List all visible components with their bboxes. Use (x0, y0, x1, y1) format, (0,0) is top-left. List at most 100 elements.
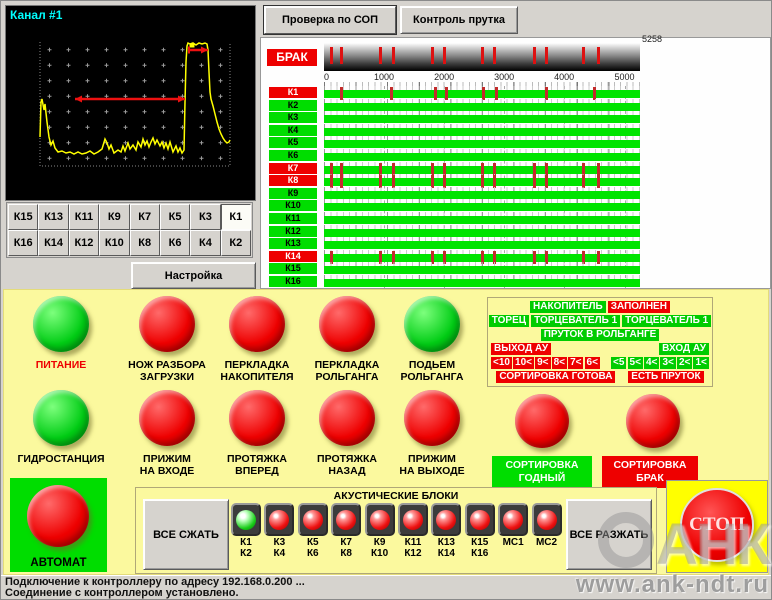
channel-bar (324, 203, 640, 211)
push-button[interactable] (33, 296, 89, 352)
push-button[interactable] (404, 390, 460, 446)
channel-row: К13 (261, 237, 770, 250)
control-rod-button[interactable]: Контроль прутка (400, 6, 518, 34)
channel-button-К8[interactable]: К8 (130, 230, 160, 256)
status-row: <1010<9<8<7<6<<55<4<3<2<1< (491, 357, 709, 369)
settings-button[interactable]: Настройка (131, 262, 256, 289)
acoustic-block-button[interactable] (465, 503, 495, 536)
acoustic-block-button[interactable] (331, 503, 361, 536)
control-label: ПИТАНИЕ (36, 359, 87, 371)
channel-button-К10[interactable]: К10 (99, 230, 129, 256)
channel-button-К2[interactable]: К2 (221, 230, 251, 256)
channel-button-К13[interactable]: К13 (38, 204, 68, 230)
channel-label-К6: К6 (269, 150, 317, 161)
acoustic-block-К3: К3 К4 (264, 503, 294, 559)
push-button[interactable] (404, 296, 460, 352)
push-button[interactable] (319, 390, 375, 446)
compress-all-button[interactable]: ВСЕ СЖАТЬ (143, 499, 229, 570)
acoustic-block-button[interactable] (298, 503, 328, 536)
acoustic-block-label: МС1 (503, 538, 524, 549)
acoustic-block-label: К1 К2 (240, 538, 252, 559)
acoustic-block-button[interactable] (264, 503, 294, 536)
channel-row: К1 (261, 86, 770, 99)
channel-button-К11[interactable]: К11 (69, 204, 99, 230)
led-indicator (403, 510, 423, 530)
acoustic-block-МС1: МС1 (498, 503, 528, 559)
status-chip: НАКОПИТЕЛЬ (530, 301, 606, 313)
check-sop-button[interactable]: Проверка по СОП (264, 6, 396, 34)
status-chip: ВЫХОД АУ (491, 343, 551, 355)
control-cell: ПРИЖИМ НА ВХОДЕ (115, 390, 219, 477)
channel-bar (324, 115, 640, 123)
scale-max-value: 5258 (642, 34, 662, 44)
channel-button-К1[interactable]: К1 (221, 204, 251, 230)
status-bar: Подключение к контроллеру по адресу 192.… (1, 575, 771, 599)
status-chip: ТОРЦЕВАТЕЛЬ 1 (531, 315, 620, 327)
channel-label-К9: К9 (269, 188, 317, 199)
defect-mark (443, 47, 446, 64)
channel-row: К6 (261, 149, 770, 162)
defect-mark (533, 47, 536, 64)
status-chip: 2< (677, 357, 692, 369)
channel-button-К16[interactable]: К16 (8, 230, 38, 256)
automat-label: АВТОМАТ (10, 557, 107, 569)
status-row: НАКОПИТЕЛЬЗАПОЛНЕН (491, 301, 709, 313)
acoustic-block-button[interactable] (398, 503, 428, 536)
scope-channel-title: Канал #1 (10, 8, 62, 22)
status-chip: 10< (513, 357, 534, 369)
channel-button-К6[interactable]: К6 (160, 230, 190, 256)
channel-button-К12[interactable]: К12 (69, 230, 99, 256)
acoustic-block-label: К7 К8 (340, 538, 352, 559)
acoustic-block-К13: К13 К14 (431, 503, 461, 559)
channel-bar (324, 266, 640, 274)
ruler-tick-label: 2000 (434, 72, 454, 82)
acoustic-block-list: К1 К2К3 К4К5 К6К7 К8К9 К10К11 К12К13 К14… (231, 503, 565, 559)
stop-button-label: СТОП (689, 514, 745, 536)
acoustic-block-button[interactable] (431, 503, 461, 536)
channel-button-К14[interactable]: К14 (38, 230, 68, 256)
channel-label-К1: К1 (269, 87, 317, 98)
control-cell: ГИДРОСТАНЦИЯ (9, 390, 113, 465)
main-window: Канал #1 (0, 0, 772, 600)
channel-label-К7: К7 (269, 163, 317, 174)
channel-button-К15[interactable]: К15 (8, 204, 38, 230)
push-button[interactable] (229, 296, 285, 352)
channel-bar (324, 103, 640, 111)
channel-button-К5[interactable]: К5 (160, 204, 190, 230)
status-row: ТОРЕЦТОРЦЕВАТЕЛЬ 1ТОРЦЕВАТЕЛЬ 1 (491, 315, 709, 327)
led-indicator (303, 510, 323, 530)
sort-bad-button[interactable] (626, 394, 680, 448)
push-button[interactable] (139, 390, 195, 446)
sort-good-label: СОРТИРОВКА ГОДНЫЙ (492, 456, 592, 488)
channel-bar (324, 153, 640, 161)
acoustic-block-button[interactable] (532, 503, 562, 536)
sort-good-button[interactable] (515, 394, 569, 448)
control-label: ПРОТЯЖКА НАЗАД (317, 453, 377, 477)
release-all-button[interactable]: ВСЕ РАЗЖАТЬ (566, 499, 652, 570)
led-indicator (236, 510, 256, 530)
automat-button[interactable] (27, 485, 89, 547)
push-button[interactable] (139, 296, 195, 352)
channel-label-К5: К5 (269, 137, 317, 148)
defect-mark (582, 47, 585, 64)
channel-button-К4[interactable]: К4 (190, 230, 220, 256)
channel-row: К10 (261, 199, 770, 212)
push-button[interactable] (33, 390, 89, 446)
control-label: ПОДЬЕМ РОЛЬГАНГА (400, 359, 463, 383)
channel-button-К7[interactable]: К7 (130, 204, 160, 230)
status-chip: 1< (693, 357, 708, 369)
channel-bar (324, 216, 640, 224)
channel-button-К3[interactable]: К3 (190, 204, 220, 230)
stop-button[interactable]: СТОП (680, 488, 754, 562)
acoustic-block-button[interactable] (498, 503, 528, 536)
channel-rows: К1К2К3К4К5К6К7К8К9К10К11К12К13К14К15К16 (261, 86, 770, 288)
channel-row: К4 (261, 124, 770, 137)
acoustic-block-button[interactable] (231, 503, 261, 536)
acoustic-block-button[interactable] (365, 503, 395, 536)
channel-selector-row-2: К16К14К12К10К8К6К4К2 (8, 230, 251, 256)
push-button[interactable] (319, 296, 375, 352)
control-label: ПРИЖИМ НА ВЫХОДЕ (399, 453, 464, 477)
status-chip: 8< (552, 357, 567, 369)
push-button[interactable] (229, 390, 285, 446)
channel-button-К9[interactable]: К9 (99, 204, 129, 230)
